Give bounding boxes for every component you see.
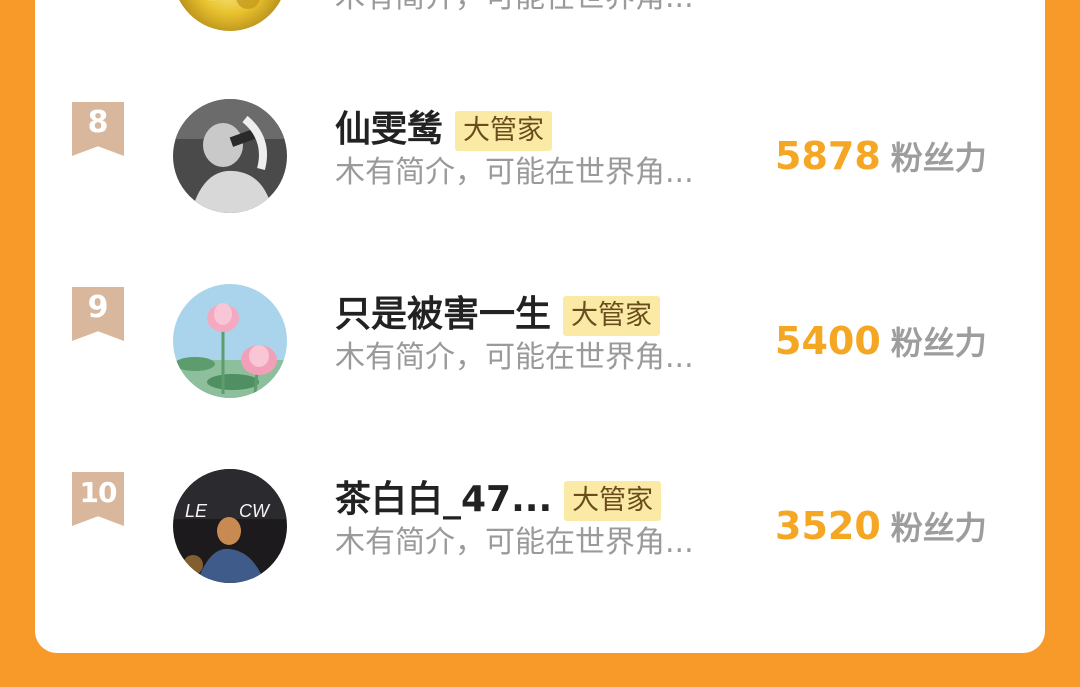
night-neon-avatar-icon[interactable]: LE CW bbox=[173, 469, 287, 583]
fan-power-value: 3520 bbox=[775, 504, 881, 548]
fan-power-unit: 粉丝力 bbox=[890, 324, 987, 362]
username-text[interactable]: 仙雯鸶 bbox=[335, 109, 443, 150]
fan-power: 5878 粉丝力 bbox=[775, 134, 987, 186]
rank-badge: 8 bbox=[72, 102, 124, 156]
role-badge: 大管家 bbox=[455, 111, 553, 151]
user-bio: 木有简介，可能在世界角... bbox=[335, 525, 694, 560]
username[interactable]: 仙雯鸶 大管家 bbox=[335, 108, 553, 152]
leaderboard-row[interactable]: 10 LE CW 茶白白_47... 大管家 木有简介，可能在世界角... 352… bbox=[35, 466, 1045, 606]
gold-avatar-icon[interactable] bbox=[173, 0, 287, 31]
leaderboard-row[interactable]: 木有简介，可能在世界角... bbox=[35, 0, 1045, 80]
fan-power-unit: 粉丝力 bbox=[890, 509, 987, 547]
rank-badge: 10 bbox=[72, 472, 124, 526]
user-bio: 木有简介，可能在世界角... bbox=[335, 340, 694, 375]
rank-badge: 9 bbox=[72, 287, 124, 341]
username-text[interactable]: 茶白白_47... bbox=[335, 479, 552, 520]
fan-power-value: 5400 bbox=[775, 319, 881, 363]
user-bio: 木有简介，可能在世界角... bbox=[335, 0, 694, 17]
username[interactable]: 茶白白_47... 大管家 bbox=[335, 478, 662, 522]
leaderboard-row[interactable]: 9 只是被害一生 大管家 木有简介，可能在世界角... 5400 粉丝力 bbox=[35, 281, 1045, 421]
role-badge: 大管家 bbox=[563, 296, 661, 336]
username-text[interactable]: 只是被害一生 bbox=[335, 294, 551, 335]
user-bio: 木有简介，可能在世界角... bbox=[335, 155, 694, 190]
fan-power-value: 5878 bbox=[775, 134, 881, 178]
fan-power-unit: 粉丝力 bbox=[890, 139, 987, 177]
role-badge: 大管家 bbox=[564, 481, 662, 521]
svg-text:LE: LE bbox=[185, 501, 208, 521]
fan-power: 5400 粉丝力 bbox=[775, 319, 987, 371]
lotus-flower-avatar-icon[interactable] bbox=[173, 284, 287, 398]
leaderboard-row[interactable]: 8 仙雯鸶 大管家 木有简介，可能在世界角... 5878 粉丝力 bbox=[35, 96, 1045, 236]
leaderboard-card: 木有简介，可能在世界角... 8 仙雯鸶大管家 木有简介，可能在世界角... 5… bbox=[35, 0, 1045, 653]
svg-text:CW: CW bbox=[239, 501, 271, 521]
username[interactable]: 只是被害一生 大管家 bbox=[335, 293, 661, 337]
grayscale-person-avatar-icon[interactable] bbox=[173, 99, 287, 213]
fan-power: 3520 粉丝力 bbox=[775, 504, 987, 556]
